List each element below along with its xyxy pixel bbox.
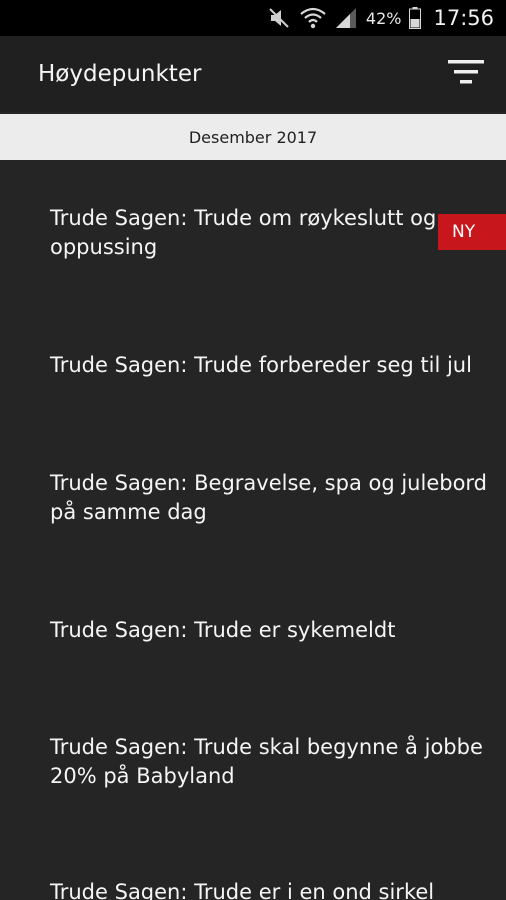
list-item-title: Trude Sagen: Trude forbereder seg til ju… bbox=[50, 353, 472, 377]
status-bar: 42% 17:56 bbox=[0, 0, 506, 36]
list-item[interactable]: Trude Sagen: Trude er sykemeldt bbox=[50, 616, 494, 645]
mute-icon bbox=[268, 7, 292, 29]
list-item-title: Trude Sagen: Trude om røykeslutt og oppu… bbox=[50, 206, 437, 259]
list-item[interactable]: Trude Sagen: Trude forbereder seg til ju… bbox=[50, 351, 494, 380]
list-item[interactable]: Trude Sagen: Trude om røykeslutt og oppu… bbox=[50, 204, 494, 262]
wifi-icon bbox=[300, 7, 326, 29]
battery-percent: 42% bbox=[365, 8, 402, 28]
highlights-list: Trude Sagen: Trude om røykeslutt og oppu… bbox=[0, 160, 506, 900]
section-header: Desember 2017 bbox=[0, 114, 506, 160]
list-item[interactable]: Trude Sagen: Trude skal begynne å jobbe … bbox=[50, 733, 494, 791]
app-bar: Høydepunkter bbox=[0, 36, 506, 112]
list-item-title: Trude Sagen: Trude er i en ond sirkel bbox=[50, 880, 435, 900]
list-item-title: Trude Sagen: Trude er sykemeldt bbox=[50, 618, 396, 642]
list-item-title: Trude Sagen: Trude skal begynne å jobbe … bbox=[50, 735, 483, 788]
list-item[interactable]: Trude Sagen: Trude er i en ond sirkel bbox=[50, 878, 494, 900]
clock: 17:56 bbox=[433, 6, 494, 30]
signal-icon bbox=[334, 7, 358, 29]
filter-button[interactable] bbox=[444, 52, 488, 96]
page-title: Høydepunkter bbox=[38, 61, 202, 87]
battery-icon bbox=[409, 7, 422, 29]
new-badge: NY bbox=[438, 214, 506, 250]
list-item[interactable]: Trude Sagen: Begravelse, spa og julebord… bbox=[50, 469, 494, 527]
section-label: Desember 2017 bbox=[188, 127, 318, 147]
list-item-title: Trude Sagen: Begravelse, spa og julebord… bbox=[50, 471, 488, 524]
filter-icon bbox=[448, 58, 484, 90]
